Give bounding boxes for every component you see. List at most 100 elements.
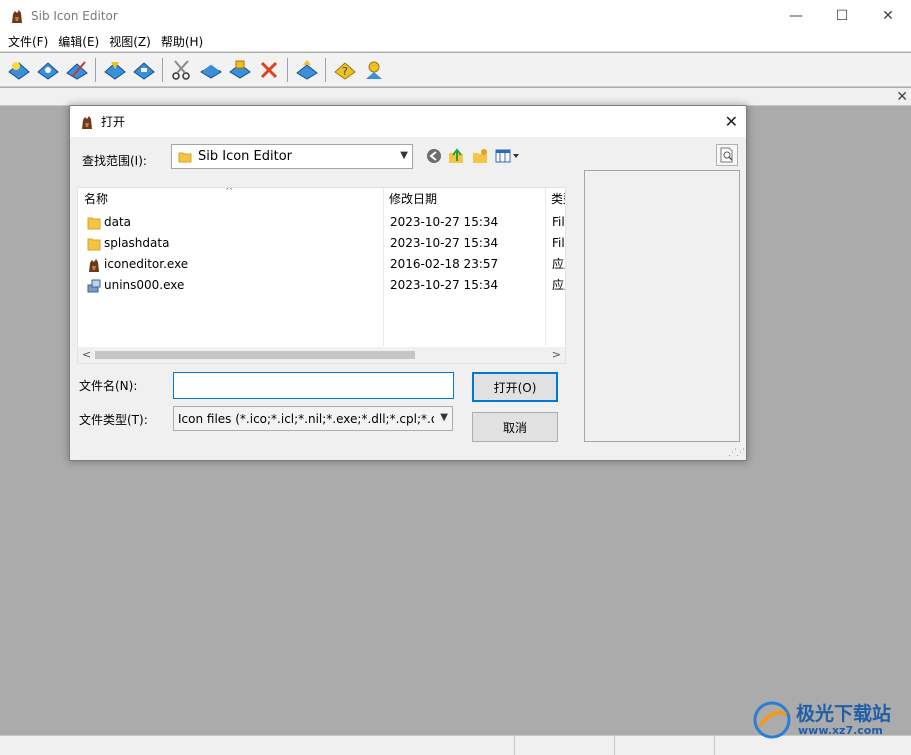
paste-icon-button[interactable] [226,56,253,83]
chevron-down-icon: ▼ [440,412,448,423]
column-header-type[interactable]: 类型 [545,188,565,210]
help-icon-button[interactable]: ? [331,56,358,83]
save-as-icon [132,61,155,80]
wand-icon-button[interactable] [63,56,90,83]
document-tab-strip: ✕ [0,88,911,106]
file-date: 2016-02-18 23:57 [390,257,499,271]
file-row[interactable]: data 2023-10-27 15:34 File folder [78,212,565,233]
file-type: 应用程序 [552,257,565,271]
horizontal-scrollbar[interactable]: < > [78,347,565,363]
close-button[interactable]: ✕ [865,0,911,31]
maximize-button[interactable]: ☐ [819,0,865,31]
column-header-name[interactable]: 名称 [78,188,383,210]
new-folder-button[interactable] [471,147,489,165]
file-name: iconeditor.exe [104,257,189,271]
toolbar-separator [325,57,326,82]
file-type-label: 文件类型(T): [79,413,148,427]
back-arrow-icon [427,149,441,163]
file-name: data [104,215,132,229]
watermark-text: 极光下载站 [796,702,892,725]
watermark: 极光下载站 www.xz7.com [752,700,891,740]
file-type-dropdown[interactable]: Icon files (*.ico;*.icl;*.nil;*.exe;*.dl… [173,406,453,431]
folder-icon [87,238,101,251]
minimize-button[interactable]: — [773,0,819,31]
save-icon-button[interactable] [101,56,128,83]
resize-grip-icon[interactable]: ⋰⋰ [728,448,745,458]
folder-icon [178,152,192,162]
copy-icon [199,62,222,79]
dialog-titlebar: 打开 ✕ [70,106,746,137]
up-folder-button[interactable] [447,147,465,165]
file-type: File folder [552,236,565,250]
close-document-icon[interactable]: ✕ [896,88,908,106]
file-type: 应用程序 [552,278,565,292]
toolbar-separator [95,57,96,82]
file-name-label: 文件名(N): [79,379,138,393]
toolbar: ? [0,53,911,87]
chevron-down-icon: ▼ [400,150,408,161]
cancel-button[interactable]: 取消 [472,412,558,442]
paste-icon [228,60,251,79]
new-folder-icon [473,149,487,163]
dialog-title: 打开 [101,115,126,129]
column-header-date[interactable]: 修改日期 [383,188,545,210]
app-icon [82,115,92,129]
scroll-right-icon[interactable]: > [552,347,561,363]
wand-icon [65,60,88,80]
open-icon [36,61,59,80]
file-row[interactable]: iconeditor.exe 2016-02-18 23:57 应用程序 [78,254,565,275]
file-row[interactable]: unins000.exe 2023-10-27 15:34 应用程序 [78,275,565,296]
menu-bar: 文件(F) 编辑(E) 视图(Z) 帮助(H) [0,31,911,52]
menu-help[interactable]: 帮助(H) [156,33,208,50]
status-cell [0,736,515,755]
window-title: Sib Icon Editor [31,8,118,23]
app-icon [12,9,22,23]
file-name: splashdata [104,236,170,250]
status-cell [515,736,615,755]
preview-pane [584,170,740,442]
file-date: 2023-10-27 15:34 [390,278,499,292]
dialog-close-button[interactable]: ✕ [725,112,738,131]
menu-view[interactable]: 视图(Z) [104,33,156,50]
menu-file[interactable]: 文件(F) [3,33,53,50]
open-button[interactable]: 打开(O) [472,372,558,402]
file-name-input[interactable] [173,372,454,399]
watermark-logo-icon [753,701,791,739]
svg-text:?: ? [342,65,348,78]
delete-icon [260,61,277,78]
export-icon-button[interactable] [293,56,320,83]
cut-icon-button[interactable] [168,56,195,83]
view-menu-icon [495,149,519,163]
save-as-icon-button[interactable] [130,56,157,83]
installer-icon [87,279,101,293]
file-type-value: Icon files (*.ico;*.icl;*.nil;*.exe;*.dl… [178,411,434,426]
back-button[interactable] [425,147,443,165]
menu-edit[interactable]: 编辑(E) [53,33,104,50]
view-menu-button[interactable] [494,147,522,165]
preview-icon [720,147,733,163]
help-icon: ? [333,61,356,80]
app-icon [89,259,99,272]
new-icon [7,61,30,80]
file-date: 2023-10-27 15:34 [390,215,499,229]
copy-icon-button[interactable] [197,56,224,83]
toolbar-separator [287,57,288,82]
up-folder-icon [449,148,463,163]
folder-icon [87,217,101,230]
export-icon [295,59,318,80]
look-in-dropdown[interactable]: Sib Icon Editor ▼ [171,144,413,169]
status-cell [615,736,715,755]
scroll-left-icon[interactable]: < [82,347,91,363]
look-in-label: 查找范围(I): [82,154,147,168]
window-controls: — ☐ ✕ [773,0,911,31]
open-icon-button[interactable] [34,56,61,83]
file-date: 2023-10-27 15:34 [390,236,499,250]
about-icon-button[interactable] [360,56,387,83]
toolbar-separator [162,57,163,82]
scroll-thumb[interactable] [95,351,415,359]
delete-icon-button[interactable] [255,56,282,83]
preview-toggle-button[interactable] [716,144,738,166]
file-list[interactable]: ^ 名称 修改日期 类型 data 2023-10-27 15:34 File … [77,187,566,364]
file-row[interactable]: splashdata 2023-10-27 15:34 File folder [78,233,565,254]
new-icon-button[interactable] [5,56,32,83]
